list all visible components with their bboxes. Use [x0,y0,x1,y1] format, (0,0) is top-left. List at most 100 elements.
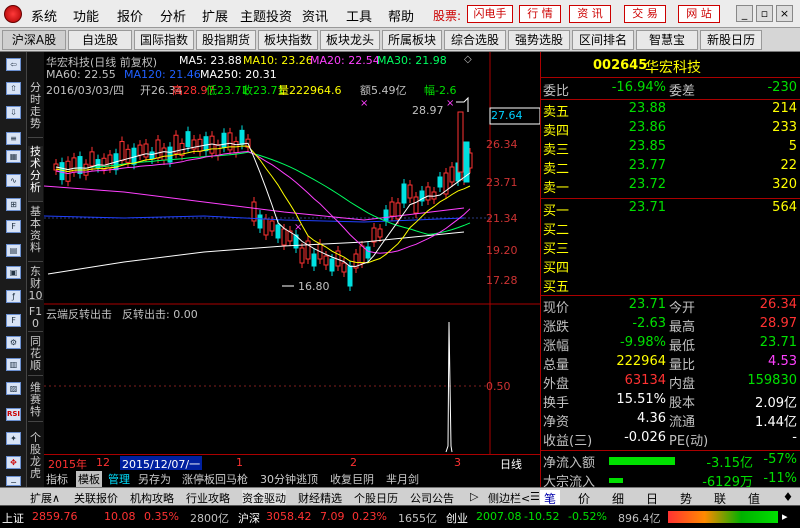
menu-extend[interactable]: 扩展 [202,6,228,25]
fund-drive[interactable]: 资金驱动 [242,490,286,506]
tab-sector-leader[interactable]: 板块龙头 [320,30,380,50]
diamond-icon[interactable]: ♦ [778,490,798,504]
tab-miyue[interactable]: 芈月剑 [386,471,419,487]
tab-save-as[interactable]: 另存为 [138,471,171,487]
tab-ipo-calendar[interactable]: 新股日历 [700,30,762,50]
tab-technical[interactable]: 技术分析 [28,146,43,202]
ma60-label: MA60: 22.55 [46,68,116,81]
chart-icon[interactable]: ▨ [6,382,21,395]
play-icon[interactable]: ▷ [470,490,478,503]
candle-body [143,143,149,158]
sidebar-toggle[interactable]: 侧边栏< [488,490,530,506]
formula-icon[interactable]: ƒ [6,290,21,303]
expand-icon[interactable]: ▸ [782,510,788,523]
list-icon[interactable]: ≡ [6,132,21,145]
menu-system[interactable]: 系统 [31,6,57,25]
menu-theme-invest[interactable]: 主题投资 [240,6,292,25]
sell-level-volume: 5 [788,139,797,154]
buy-level-label: 买五 [543,280,570,295]
candle-body [59,162,65,181]
sell-level-price: 23.88 [628,101,666,116]
industry-strategy[interactable]: 行业攻略 [186,490,230,506]
cy-label[interactable]: 创业 [446,510,468,526]
sell-level-row: 卖五 23.88 214 [541,101,800,120]
extend-toggle[interactable]: 扩展∧ [30,490,60,506]
minimize-icon[interactable]: _ [736,5,753,22]
menu-function[interactable]: 功能 [73,6,99,25]
tab-manage[interactable]: 管理 [108,471,130,487]
menu-news[interactable]: 资讯 [302,6,328,25]
menu-icon[interactable]: ☰ [530,490,540,503]
back-arrow-icon[interactable]: ⇦ [6,58,21,71]
candle-body [185,131,191,148]
tab-30min[interactable]: 30分钟逃顶 [260,471,318,487]
tab-dragon-tiger[interactable]: 个股龙虎 [28,432,43,488]
tab-wst[interactable]: 维赛特 [28,382,43,422]
finance-picks[interactable]: 财经精选 [298,490,342,506]
candle-body [437,176,443,188]
rsi-icon[interactable]: RSI [6,408,21,421]
up-arrow-icon[interactable]: ⇧ [6,82,21,95]
stat-label: 涨跌 [543,320,570,335]
menu-help[interactable]: 帮助 [388,6,414,25]
news-button[interactable]: 资 讯 [569,5,611,23]
stat-label: 流通 [669,415,696,430]
line-chart-icon[interactable]: ∿ [6,174,21,187]
tab-range-rank[interactable]: 区间排名 [572,30,634,50]
flow-percent: -11% [763,471,797,486]
trade-button[interactable]: 交 易 [624,5,666,23]
stock-calendar[interactable]: 个股日历 [354,490,398,506]
tab-indicator[interactable]: 指标 [46,471,68,487]
close-icon[interactable]: × [776,5,793,22]
bars-icon[interactable]: ▥ [6,358,21,371]
calculator-icon[interactable]: ▣ [6,266,21,279]
table-icon[interactable]: ▤ [6,244,21,257]
f12-icon[interactable]: F [6,314,21,327]
down-arrow-icon[interactable]: ⇩ [6,106,21,119]
related-quote[interactable]: 关联报价 [74,490,118,506]
tab-basic-info[interactable]: 基本资料 [28,206,43,262]
settings-diamond-icon[interactable]: ◇ [464,54,472,65]
menu-quote[interactable]: 报价 [117,6,143,25]
quote-button[interactable]: 行 情 [519,5,561,23]
website-button[interactable]: 网 站 [678,5,720,23]
tab-ths[interactable]: 同花顺 [28,336,43,376]
tab-strong-pick[interactable]: 强势选股 [508,30,570,50]
minus-icon[interactable]: − [6,476,21,487]
kline-chart[interactable]: × × × 华宏科技(日线 前复权) MA5: 23.88 MA10: 23.2… [44,52,540,454]
stat-row: 换手 15.51% 股本 2.09亿 [541,392,800,411]
settings-icon[interactable]: ⚙ [6,336,21,349]
grid-icon[interactable]: ▦ [6,150,21,163]
sell-level-label: 卖五 [543,105,570,120]
institution-strategy[interactable]: 机构攻略 [130,490,174,506]
tab-shsz-a[interactable]: 沪深A股 [2,30,66,50]
tab-template[interactable]: 模板 [76,471,102,487]
tab-smart-treasure[interactable]: 智慧宝 [636,30,698,50]
tab-intraday[interactable]: 分时走势 [28,82,43,138]
f10-icon[interactable]: F [6,220,21,233]
sz-label[interactable]: 沪深 [238,510,260,526]
company-notice[interactable]: 公司公告 [410,490,454,506]
restore-icon[interactable]: ▫ [756,5,773,22]
tab-recover[interactable]: 收复巨阴 [330,471,374,487]
cy-amount: 896.4亿 [618,512,661,525]
stat-row: 外盘 63134 内盘 159830 [541,373,800,392]
menu-tools[interactable]: 工具 [346,6,372,25]
tab-sector-index[interactable]: 板块指数 [258,30,318,50]
tab-f10[interactable]: F10 [28,306,43,332]
sh-label[interactable]: 上证 [2,510,24,526]
tab-own-sector[interactable]: 所属板块 [382,30,442,50]
tab-index-futures[interactable]: 股指期货 [196,30,256,50]
tab-dc10[interactable]: 东财10 [28,266,43,302]
move-icon[interactable]: ✥ [6,456,21,469]
tab-intl-index[interactable]: 国际指数 [134,30,194,50]
flash-trade-button[interactable]: 闪电手 [467,5,513,23]
menu-analysis[interactable]: 分析 [160,6,186,25]
tab-watchlist[interactable]: 自选股 [68,30,132,50]
kline-icon[interactable]: ⊞ [6,198,21,211]
candle-body [311,253,317,267]
tools-icon[interactable]: ✦ [6,432,21,445]
price-axis-label: 26.34 [486,138,518,151]
tab-composite-pick[interactable]: 综合选股 [444,30,506,50]
tab-limit-up[interactable]: 涨停板回马枪 [182,471,248,487]
